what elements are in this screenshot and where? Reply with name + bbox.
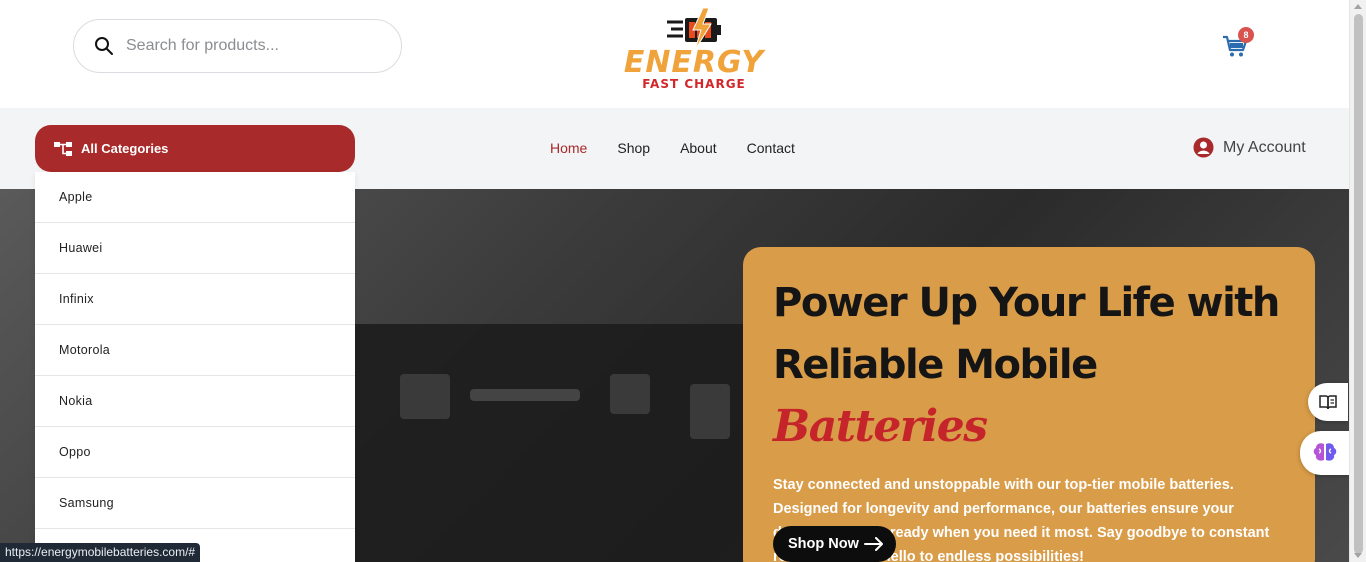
category-item-infinix[interactable]: Infinix (35, 274, 355, 325)
shop-now-button[interactable]: Shop Now (773, 526, 896, 562)
scroll-down-arrow[interactable] (1354, 553, 1362, 558)
nav-home[interactable]: Home (550, 140, 587, 156)
cart-count-badge: 8 (1238, 27, 1254, 43)
hero-background-detail (400, 374, 450, 419)
category-item-nokia[interactable]: Nokia (35, 376, 355, 427)
user-icon (1193, 137, 1214, 158)
category-tree-icon (54, 141, 72, 156)
logo-tagline: FAST CHARGE (642, 77, 746, 91)
cart-button[interactable]: 8 (1222, 27, 1256, 60)
shop-now-label: Shop Now (788, 536, 859, 552)
hero-title-line2-text: Reliable Mobile (773, 342, 1098, 388)
category-item-samsung[interactable]: Samsung (35, 478, 355, 529)
scroll-up-arrow[interactable] (1354, 4, 1362, 9)
status-bar-url: https://energymobilebatteries.com/# (0, 543, 201, 562)
category-item-oppo[interactable]: Oppo (35, 427, 355, 478)
arrow-right-icon (863, 537, 883, 551)
my-account-label: My Account (1223, 138, 1306, 156)
hero-background-detail (470, 389, 580, 401)
battery-bolt-icon (667, 8, 721, 50)
hero-background-image (355, 324, 745, 562)
page: ENERGY FAST CHARGE 8 All Categories (0, 0, 1366, 562)
scrollbar-thumb[interactable] (1354, 14, 1363, 554)
main-menu: Home Shop About Contact (550, 140, 825, 156)
nav-shop[interactable]: Shop (617, 140, 650, 156)
ai-widget-button[interactable] (1300, 431, 1349, 475)
category-item-huawei[interactable]: Huawei (35, 223, 355, 274)
hero-title-line1: Power Up Your Life with (773, 280, 1280, 326)
hero-title: Power Up Your Life with Reliable Mobile … (773, 272, 1285, 459)
my-account-link[interactable]: My Account (1193, 137, 1306, 158)
hero-background-detail (610, 374, 650, 414)
site-logo[interactable]: ENERGY FAST CHARGE (619, 6, 769, 94)
category-item-apple[interactable]: Apple (35, 172, 355, 223)
reader-widget-button[interactable] (1308, 383, 1348, 421)
search-input[interactable] (126, 37, 386, 55)
logo-wordmark: ENERGY (623, 45, 765, 80)
all-categories-button[interactable]: All Categories (35, 125, 355, 172)
brain-icon (1313, 443, 1336, 461)
search-icon (95, 37, 113, 55)
nav-contact[interactable]: Contact (747, 140, 795, 156)
hero-title-accent: Batteries (773, 401, 988, 452)
all-categories-label: All Categories (81, 141, 169, 156)
category-dropdown: Apple Huawei Infinix Motorola Nokia Oppo… (35, 172, 355, 562)
book-icon (1319, 395, 1337, 410)
search-box[interactable] (73, 19, 402, 73)
hero-card: Power Up Your Life with Reliable Mobile … (743, 247, 1315, 562)
page-scrollbar[interactable] (1349, 0, 1366, 562)
category-item-motorola[interactable]: Motorola (35, 325, 355, 376)
hero-background-detail (690, 384, 730, 439)
nav-about[interactable]: About (680, 140, 717, 156)
hero-title-line2: Reliable Mobile Batteries (773, 334, 1285, 459)
top-header: ENERGY FAST CHARGE 8 (0, 0, 1349, 108)
